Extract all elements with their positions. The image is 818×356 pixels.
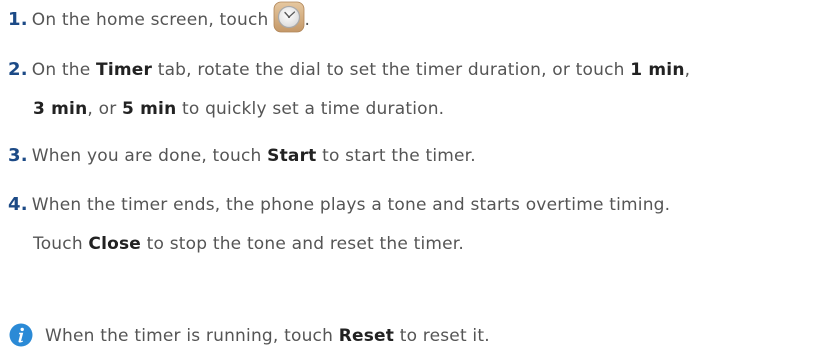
step-number: 2. <box>8 59 28 80</box>
five-min-label: 5 min <box>122 99 177 119</box>
step-number: 3. <box>8 145 28 166</box>
step-continuation: 3 min, or 5 min to quickly set a time du… <box>8 90 814 129</box>
step-text: When the timer ends, the phone plays a t… <box>31 195 671 215</box>
note-text: When the timer is running, touch <box>45 326 339 346</box>
step-text: When you are done, touch <box>31 146 268 166</box>
step-text: tab, rotate the dial to set the timer du… <box>152 60 631 80</box>
timer-tab-label: Timer <box>96 60 153 80</box>
step-1: 1. On the home screen, touch . <box>8 0 814 40</box>
step-text: On the home screen, touch <box>31 10 269 30</box>
reset-label: Reset <box>338 326 395 346</box>
step-2: 2. On the Timer tab, rotate the dial to s… <box>8 50 814 129</box>
step-continuation: Touch Close to stop the tone and reset t… <box>8 225 814 264</box>
step-text: , <box>684 60 691 80</box>
close-label: Close <box>88 234 142 254</box>
three-min-label: 3 min <box>33 99 88 119</box>
info-icon <box>9 323 33 347</box>
step-text: to stop the tone and reset the timer. <box>141 234 465 254</box>
step-3: 3. When you are done, touch Start to star… <box>8 136 814 176</box>
step-text: On the <box>31 60 97 80</box>
one-min-label: 1 min <box>630 60 685 80</box>
step-text: Touch <box>33 234 89 254</box>
step-number: 1. <box>8 9 28 30</box>
step-text: to start the timer. <box>316 146 476 166</box>
step-text: to quickly set a time duration. <box>176 99 445 119</box>
info-note: When the timer is running, touch Reset t… <box>8 322 490 350</box>
step-4: 4. When the timer ends, the phone plays a… <box>8 185 814 264</box>
step-text-end: . <box>304 10 311 30</box>
clock-app-icon <box>273 1 305 33</box>
note-text: to reset it. <box>394 326 490 346</box>
start-label: Start <box>267 146 317 166</box>
step-number: 4. <box>8 194 28 215</box>
step-text: , or <box>87 99 122 119</box>
